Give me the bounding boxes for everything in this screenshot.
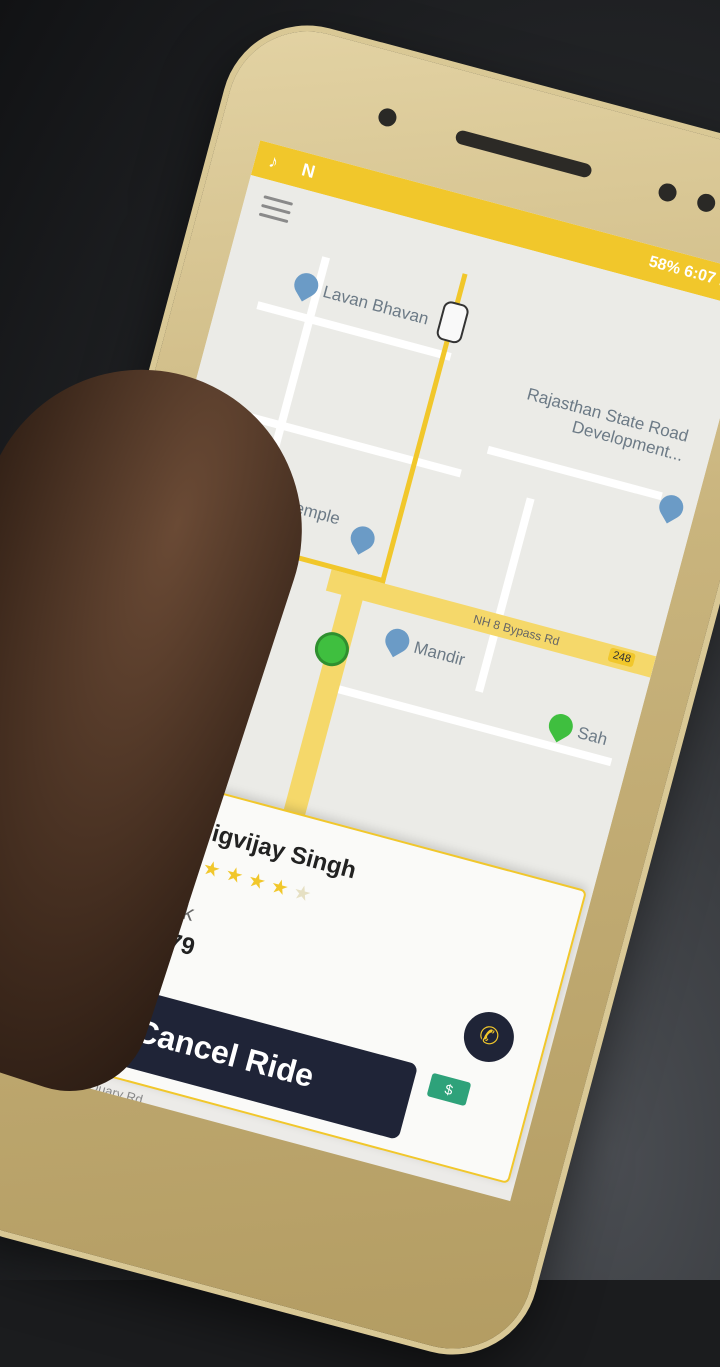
star-icon: ★	[222, 862, 246, 889]
location-pin-icon	[346, 521, 380, 555]
location-pin-icon	[544, 709, 578, 743]
front-camera	[376, 106, 399, 129]
poi-label: Sah	[575, 722, 610, 750]
cash-icon: $	[426, 1072, 472, 1107]
clock: 6:07 PM	[682, 262, 720, 295]
car-marker-icon	[434, 299, 471, 345]
location-pin-icon	[380, 624, 414, 658]
star-icon: ★	[245, 868, 269, 895]
star-icon: ★	[290, 880, 314, 907]
notification-icons: ♪ N	[266, 150, 327, 185]
star-icon: ★	[268, 874, 292, 901]
battery-percent: 58%	[646, 253, 683, 279]
hamburger-icon[interactable]	[258, 195, 294, 226]
highway-road	[274, 573, 369, 850]
earpiece	[454, 129, 594, 179]
back-icon[interactable]	[65, 1146, 95, 1183]
poi-label: Rajasthan State Road Development...	[524, 384, 691, 466]
proximity-sensor	[656, 181, 679, 204]
poi-label: Mandir	[411, 637, 467, 670]
star-icon: ★	[199, 856, 223, 883]
home-icon[interactable]	[207, 1182, 252, 1202]
map-road	[475, 497, 535, 693]
phone-icon[interactable]: ✆	[458, 1006, 520, 1068]
light-sensor	[695, 191, 718, 214]
